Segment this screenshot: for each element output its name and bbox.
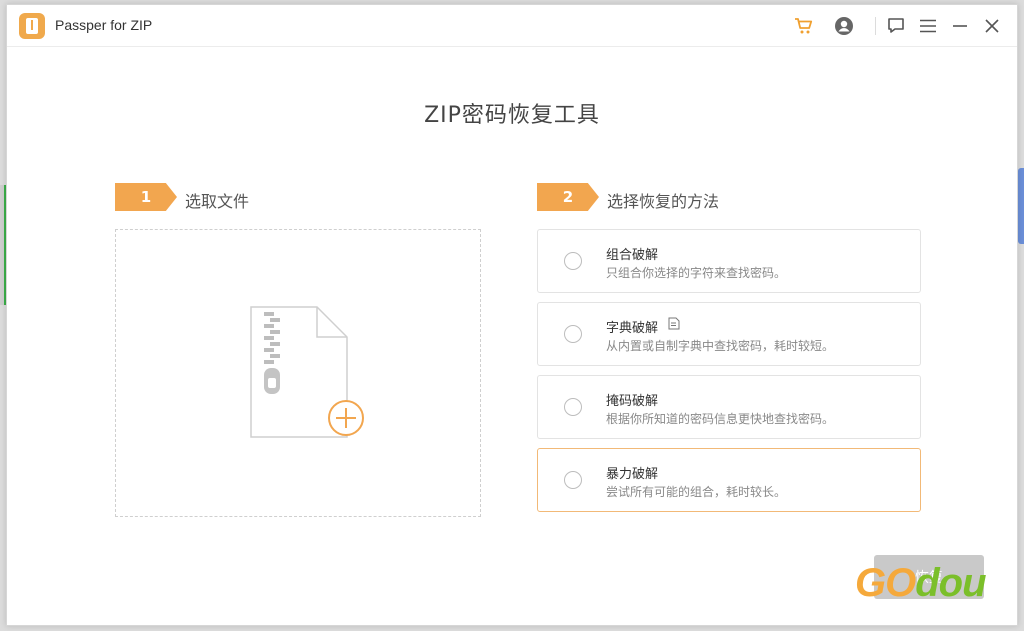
method-brute-force[interactable]: 暴力破解 尝试所有可能的组合，耗时较长。 [537, 448, 921, 512]
cart-icon[interactable] [793, 15, 815, 37]
background-scroll-edge [1018, 168, 1024, 244]
titlebar-divider [875, 17, 876, 35]
page-title: ZIP密码恢复工具 [424, 103, 600, 128]
watermark-part-1: GO [855, 561, 916, 605]
account-icon[interactable] [833, 15, 855, 37]
app-title: Passper for ZIP [55, 17, 153, 33]
step-2-badge: 2 [537, 183, 599, 211]
method-desc: 从内置或自制字典中查找密码，耗时较短。 [606, 339, 835, 353]
watermark-part-2: dou [915, 561, 986, 605]
zip-file-add-icon [250, 306, 364, 438]
file-drop-area[interactable] [115, 229, 481, 517]
step-1-badge: 1 [115, 183, 177, 211]
close-icon[interactable] [981, 15, 1003, 37]
method-dictionary[interactable]: 字典破解 从内置或自制字典中查找密码，耗时较短。 [537, 302, 921, 366]
watermark-logo: GOdou [855, 561, 987, 606]
step-2-label: 选择恢复的方法 [607, 192, 720, 211]
method-radio[interactable] [564, 252, 582, 270]
title-bar[interactable]: Passper for ZIP [7, 5, 1017, 47]
method-title: 组合破解 [606, 248, 659, 263]
method-radio[interactable] [564, 471, 582, 489]
menu-icon[interactable] [917, 15, 939, 37]
minimize-icon[interactable] [949, 15, 971, 37]
method-combination[interactable]: 组合破解 只组合你选择的字符来查找密码。 [537, 229, 921, 293]
method-desc: 只组合你选择的字符来查找密码。 [606, 266, 787, 280]
method-title: 掩码破解 [606, 394, 659, 409]
method-title: 字典破解 [606, 321, 659, 336]
app-logo-icon [19, 13, 45, 39]
step-1-label: 选取文件 [185, 192, 250, 211]
method-mask[interactable]: 掩码破解 根据你所知道的密码信息更快地查找密码。 [537, 375, 921, 439]
method-desc: 尝试所有可能的组合，耗时较长。 [606, 485, 787, 499]
method-radio[interactable] [564, 325, 582, 343]
feedback-icon[interactable] [885, 15, 907, 37]
app-window: Passper for ZIP ZIP密码恢复工具 1 选取文件 2 选择恢复的… [6, 4, 1018, 626]
dictionary-doc-icon[interactable] [668, 317, 680, 330]
method-radio[interactable] [564, 398, 582, 416]
method-title: 暴力破解 [606, 467, 659, 482]
method-desc: 根据你所知道的密码信息更快地查找密码。 [606, 412, 835, 426]
